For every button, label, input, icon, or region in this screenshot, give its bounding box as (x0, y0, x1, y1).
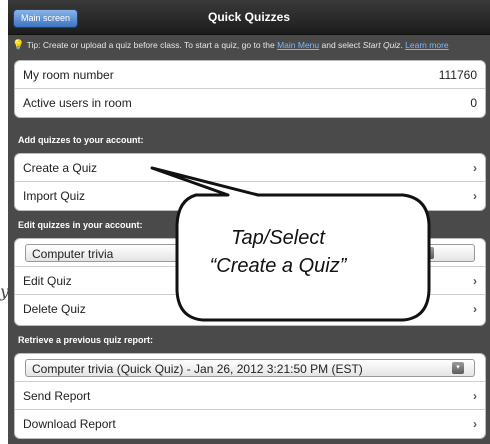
callout-text: Tap/Select “Create a Quiz” (209, 227, 347, 277)
outside-glyph: y (0, 282, 10, 301)
quick-quizzes-screen: Main screen Quick Quizzes 💡 Tip: Create … (8, 0, 490, 444)
callout-bubble (150, 166, 431, 322)
